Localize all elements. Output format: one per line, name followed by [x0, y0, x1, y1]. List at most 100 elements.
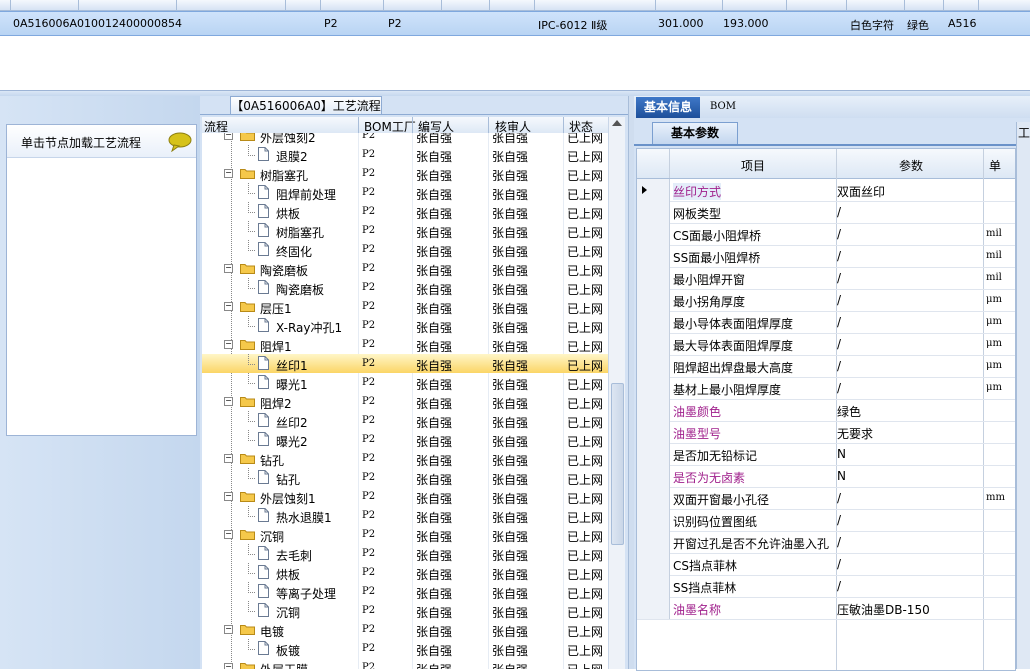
parameter-row[interactable]: 油墨颜色 绿色: [637, 399, 1015, 422]
side-panel-edge[interactable]: 工: [1016, 122, 1030, 669]
process-tree[interactable]: − 外层蚀刻2 P2 张自强 张自强 已上网 退膜2 P2 张自强 张自强 已上网 − 树脂塞孔 P2 张自…: [202, 133, 608, 669]
parameter-row[interactable]: SS挡点菲林 /: [637, 575, 1015, 598]
parameter-row[interactable]: 是否加无铅标记 N: [637, 443, 1015, 466]
scroll-up-icon[interactable]: [612, 120, 622, 126]
tree-row[interactable]: − 阻焊1 P2 张自强 张自强 已上网: [202, 335, 608, 354]
parameter-row[interactable]: 油墨名称 压敏油墨DB-150: [637, 597, 1015, 620]
parameter-value[interactable]: 无要求: [837, 425, 873, 442]
tab-bom[interactable]: BOM: [710, 99, 736, 115]
parameter-row[interactable]: 最大导体表面阻焊厚度 / μm: [637, 333, 1015, 356]
tree-row[interactable]: 退膜2 P2 张自强 张自强 已上网: [202, 145, 608, 164]
parameter-row[interactable]: CS挡点菲林 /: [637, 553, 1015, 576]
collapse-toggle-icon[interactable]: −: [224, 169, 233, 178]
tree-row[interactable]: − 阻焊2 P2 张自强 张自强 已上网: [202, 392, 608, 411]
tree-row[interactable]: − 钻孔 P2 张自强 张自强 已上网: [202, 449, 608, 468]
tree-row[interactable]: 热水退膜1 P2 张自强 张自强 已上网: [202, 506, 608, 525]
cell-bom-factory: P2: [388, 17, 402, 30]
parameter-row[interactable]: 最小阻焊开窗 / mil: [637, 267, 1015, 290]
parameter-row[interactable]: 是否为无卤素 N: [637, 465, 1015, 488]
top-grid-row[interactable]: 0A516006A0 10012400000854 P2 P2 IPC-6012…: [0, 11, 1030, 36]
parameter-grid[interactable]: 项目 参数 单 丝印方式 双面丝印 网板类型 / CS面最小阻焊桥 / mil SS面最小阻焊…: [636, 148, 1016, 671]
tab-basic-info[interactable]: 基本信息: [636, 97, 700, 118]
tree-row[interactable]: 板镀 P2 张自强 张自强 已上网: [202, 639, 608, 658]
parameter-value[interactable]: /: [837, 337, 841, 351]
tree-row[interactable]: − 电镀 P2 张自强 张自强 已上网: [202, 620, 608, 639]
tree-row[interactable]: − 陶瓷磨板 P2 张自强 张自强 已上网: [202, 259, 608, 278]
tree-row[interactable]: 去毛刺 P2 张自强 张自强 已上网: [202, 544, 608, 563]
parameter-value[interactable]: /: [837, 271, 841, 285]
tab-basic-params[interactable]: 基本参数: [652, 122, 738, 144]
tree-row[interactable]: 树脂塞孔 P2 张自强 张自强 已上网: [202, 221, 608, 240]
tree-row[interactable]: 阻焊前处理 P2 张自强 张自强 已上网: [202, 183, 608, 202]
parameter-value[interactable]: /: [837, 491, 841, 505]
tree-row[interactable]: 等离子处理 P2 张自强 张自强 已上网: [202, 582, 608, 601]
parameter-name: 是否加无铅标记: [673, 449, 758, 463]
tree-row[interactable]: − 层压1 P2 张自强 张自强 已上网: [202, 297, 608, 316]
tree-row[interactable]: 钻孔 P2 张自强 张自强 已上网: [202, 468, 608, 487]
tree-row[interactable]: 沉铜 P2 张自强 张自强 已上网: [202, 601, 608, 620]
parameter-value[interactable]: /: [837, 293, 841, 307]
collapse-toggle-icon[interactable]: −: [224, 663, 233, 669]
collapse-toggle-icon[interactable]: −: [224, 492, 233, 501]
process-load-box[interactable]: 单击节点加载工艺流程: [6, 124, 197, 436]
collapse-toggle-icon[interactable]: −: [224, 397, 233, 406]
tree-row[interactable]: 终固化 P2 张自强 张自强 已上网: [202, 240, 608, 259]
parameter-row[interactable]: 开窗过孔是否不允许油墨入孔 /: [637, 531, 1015, 554]
parameter-value[interactable]: 压敏油墨DB-150: [837, 601, 930, 618]
column-header-unit[interactable]: 单: [989, 157, 1001, 174]
parameter-row[interactable]: CS面最小阻焊桥 / mil: [637, 223, 1015, 246]
parameter-row[interactable]: 最小导体表面阻焊厚度 / μm: [637, 311, 1015, 334]
collapse-toggle-icon[interactable]: −: [224, 264, 233, 273]
writer-cell: 张自强: [416, 568, 453, 582]
parameter-row[interactable]: 丝印方式 双面丝印: [637, 179, 1015, 202]
collapse-toggle-icon[interactable]: −: [224, 530, 233, 539]
parameter-value[interactable]: /: [837, 359, 841, 373]
collapse-toggle-icon[interactable]: −: [224, 625, 233, 634]
parameter-row[interactable]: 网板类型 /: [637, 201, 1015, 224]
collapse-toggle-icon[interactable]: −: [224, 302, 233, 311]
parameter-row[interactable]: 基材上最小阻焊厚度 / μm: [637, 377, 1015, 400]
column-header-param[interactable]: 参数: [899, 157, 923, 174]
process-load-header[interactable]: 单击节点加载工艺流程: [7, 125, 196, 158]
parameter-row[interactable]: 油墨型号 无要求: [637, 421, 1015, 444]
tree-row[interactable]: 曝光2 P2 张自强 张自强 已上网: [202, 430, 608, 449]
parameter-value[interactable]: /: [837, 579, 841, 593]
tree-row[interactable]: X-Ray冲孔1 P2 张自强 张自强 已上网: [202, 316, 608, 335]
parameter-row[interactable]: 阻焊超出焊盘最大高度 / μm: [637, 355, 1015, 378]
process-step-name: 烘板: [276, 568, 301, 582]
parameter-value[interactable]: /: [837, 205, 841, 219]
tree-row[interactable]: − 外层干膜 P2 张自强 张自强 已上网: [202, 658, 608, 669]
parameter-value[interactable]: 绿色: [837, 403, 861, 420]
parameter-value[interactable]: /: [837, 315, 841, 329]
tree-scrollbar[interactable]: [608, 117, 625, 669]
parameter-value[interactable]: N: [837, 469, 846, 483]
tree-scrollbar-thumb[interactable]: [611, 383, 624, 545]
parameter-value[interactable]: /: [837, 535, 841, 549]
tree-row[interactable]: − 树脂塞孔 P2 张自强 张自强 已上网: [202, 164, 608, 183]
tree-row[interactable]: 陶瓷磨板 P2 张自强 张自强 已上网: [202, 278, 608, 297]
parameter-value[interactable]: N: [837, 447, 846, 461]
tree-row[interactable]: 丝印1 P2 张自强 张自强 已上网: [202, 354, 608, 373]
parameter-value[interactable]: /: [837, 249, 841, 263]
tree-row[interactable]: 丝印2 P2 张自强 张自强 已上网: [202, 411, 608, 430]
collapse-toggle-icon[interactable]: −: [224, 340, 233, 349]
tree-row[interactable]: 曝光1 P2 张自强 张自强 已上网: [202, 373, 608, 392]
parameter-value[interactable]: /: [837, 381, 841, 395]
tree-row[interactable]: − 沉铜 P2 张自强 张自强 已上网: [202, 525, 608, 544]
parameter-row[interactable]: 最小拐角厚度 / μm: [637, 289, 1015, 312]
collapse-toggle-icon[interactable]: −: [224, 454, 233, 463]
parameter-value[interactable]: /: [837, 227, 841, 241]
collapse-toggle-icon[interactable]: −: [224, 133, 233, 140]
tree-row[interactable]: − 外层蚀刻2 P2 张自强 张自强 已上网: [202, 133, 608, 145]
tree-row[interactable]: 烘板 P2 张自强 张自强 已上网: [202, 202, 608, 221]
reviewer-cell: 张自强: [492, 321, 529, 335]
parameter-value[interactable]: /: [837, 557, 841, 571]
parameter-row[interactable]: 识别码位置图纸 /: [637, 509, 1015, 532]
tree-row[interactable]: 烘板 P2 张自强 张自强 已上网: [202, 563, 608, 582]
parameter-row[interactable]: SS面最小阻焊桥 / mil: [637, 245, 1015, 268]
parameter-value[interactable]: 双面丝印: [837, 183, 885, 200]
parameter-row[interactable]: 双面开窗最小孔径 / mm: [637, 487, 1015, 510]
tree-row[interactable]: − 外层蚀刻1 P2 张自强 张自强 已上网: [202, 487, 608, 506]
column-header-item[interactable]: 项目: [741, 157, 765, 174]
parameter-value[interactable]: /: [837, 513, 841, 527]
